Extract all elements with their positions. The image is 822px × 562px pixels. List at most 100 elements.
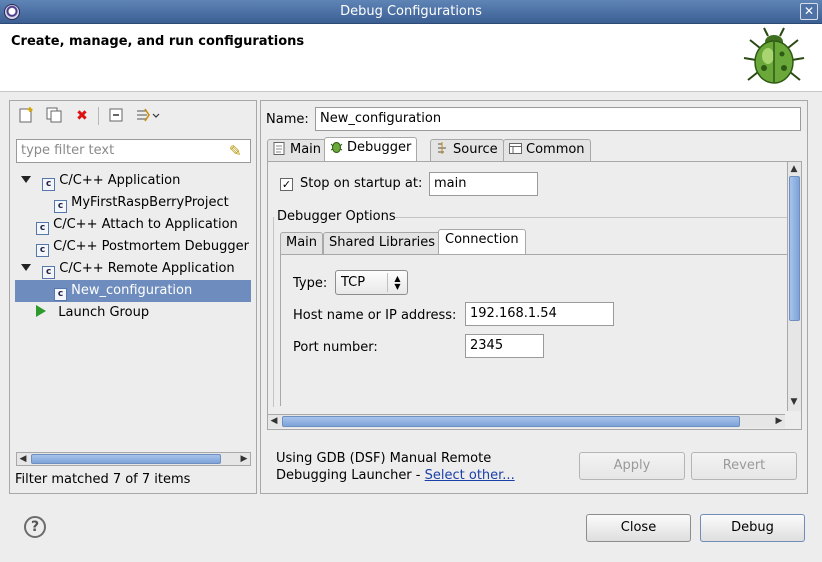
debug-button[interactable]: Debug [700,514,805,542]
subtab-label: Main [286,235,318,250]
stop-on-startup-label: Stop on startup at: [300,176,423,191]
debugger-options-label: Debugger Options [277,209,396,224]
tree-item-cpp-attach[interactable]: c C/C++ Attach to Application [15,214,252,236]
title-bar: Debug Configurations ✕ [0,0,822,24]
stop-on-startup-input[interactable]: main [429,172,538,196]
expand-twisty-icon[interactable] [21,176,31,183]
header-title: Create, manage, and run configurations [11,34,305,49]
configuration-editor-panel: Name: New_configuration Main Debugger So… [260,100,808,494]
launcher-text-2: Debugging Launcher - [276,468,425,483]
scrollbar-thumb[interactable] [31,454,221,464]
help-icon[interactable]: ? [24,516,46,538]
scroll-up-icon[interactable]: ▲ [788,163,800,175]
filter-input[interactable]: type filter text [16,139,251,163]
name-label: Name: [266,112,309,127]
debugger-tab-icon [330,140,343,153]
group-divider [395,217,787,218]
tree-item-label: Launch Group [58,305,150,320]
expand-twisty-icon[interactable] [21,264,31,271]
subtab-label: Shared Libraries [329,235,436,250]
configuration-tree-panel: ✖ type filter text ✎ c C/C++ Application… [9,100,257,494]
toolbar-separator [98,107,99,125]
header-banner: Create, manage, and run configurations [0,24,822,92]
launch-group-icon [36,305,46,317]
tab-source[interactable]: Source [430,139,504,161]
delete-icon[interactable]: ✖ [71,105,93,127]
filter-status: Filter matched 7 of 7 items [15,472,191,487]
tree-horizontal-scrollbar[interactable]: ◀ ▶ [16,452,251,466]
scroll-left-icon[interactable]: ◀ [268,415,280,427]
scrollbar-thumb[interactable] [789,176,800,321]
tree-item-myfirstraspberryproject[interactable]: c MyFirstRaspBerryProject [15,192,252,214]
scroll-down-icon[interactable]: ▼ [788,396,800,408]
tree-item-launch-group[interactable]: Launch Group [15,302,252,324]
c-config-icon: c [42,266,56,279]
tab-common[interactable]: Common [503,139,591,161]
apply-button[interactable]: Apply [579,452,685,480]
scrollbar-thumb[interactable] [282,416,740,427]
filter-menu-icon[interactable] [133,105,163,127]
revert-button[interactable]: Revert [691,452,797,480]
tree-item-label: C/C++ Attach to Application [53,217,238,232]
tab-label: Main [290,142,322,157]
tab-main[interactable]: Main [267,139,328,161]
launcher-text: Using GDB (DSF) Manual Remote [276,451,492,466]
tab-folder: Main Debugger Source Common ✓ Stop on st… [267,137,802,430]
type-select-value: TCP [341,275,366,290]
main-tab-icon [273,142,286,155]
common-tab-icon [509,142,522,155]
subtab-connection[interactable]: Connection [438,229,526,254]
duplicate-icon[interactable] [43,105,65,127]
c-config-icon: c [36,222,49,235]
tree-item-cpp-remote-application[interactable]: c C/C++ Remote Application [15,258,252,280]
window-title: Debug Configurations [340,4,482,19]
filter-placeholder: type filter text [21,143,115,158]
host-label: Host name or IP address: [293,308,457,323]
horizontal-scrollbar[interactable]: ◀ ▶ [268,414,785,428]
close-button[interactable]: Close [586,514,691,542]
connection-tab-content: Type: TCP ▲ ▼ Host name or IP address: 19… [280,254,787,406]
vertical-scrollbar[interactable]: ▲ ▼ [787,162,801,411]
collapse-all-icon[interactable] [105,105,127,127]
scroll-right-icon[interactable]: ▶ [238,453,250,465]
tree-item-cpp-application[interactable]: c C/C++ Application [15,170,252,192]
tree-item-cpp-postmortem[interactable]: c C/C++ Postmortem Debugger [15,236,252,258]
subtab-main[interactable]: Main [280,232,324,254]
subtab-shared-libraries[interactable]: Shared Libraries [323,232,442,254]
tree-item-label: C/C++ Application [59,173,181,188]
tree-item-new-configuration[interactable]: c New_configuration [15,280,251,302]
c-config-icon: c [36,244,49,257]
port-label: Port number: [293,340,378,355]
scroll-right-icon[interactable]: ▶ [773,415,785,427]
host-input[interactable]: 192.168.1.54 [465,302,614,326]
debugger-tab-content: ✓ Stop on startup at: main Debugger Opti… [267,161,802,430]
c-config-icon: c [54,200,67,213]
launcher-info: Using GDB (DSF) Manual Remote Debugging … [276,450,515,484]
source-tab-icon [436,142,449,155]
tree-item-label: C/C++ Remote Application [59,261,235,276]
name-input[interactable]: New_configuration [315,107,801,131]
select-arrows-icon: ▲ ▼ [387,273,407,292]
tab-label: Common [526,142,585,157]
c-config-icon: c [54,288,67,301]
c-config-icon: c [42,178,56,191]
clear-filter-icon[interactable]: ✎ [229,142,242,160]
port-input[interactable]: 2345 [465,334,544,358]
tree-item-label: MyFirstRaspBerryProject [71,195,229,210]
subtab-label: Connection [445,232,519,247]
tab-label: Debugger [347,140,412,155]
stop-on-startup-checkbox[interactable]: ✓ [280,178,293,191]
tree-item-label: C/C++ Postmortem Debugger [53,239,249,254]
close-window-icon[interactable]: ✕ [800,3,818,20]
type-label: Type: [293,276,328,291]
scroll-left-icon[interactable]: ◀ [17,453,29,465]
tab-debugger[interactable]: Debugger [324,137,418,161]
new-configuration-icon[interactable] [15,105,37,127]
type-select[interactable]: TCP ▲ ▼ [335,270,408,295]
configuration-tree: c C/C++ Application c MyFirstRaspBerryPr… [15,170,252,324]
select-other-link[interactable]: Select other... [425,468,515,483]
tab-label: Source [453,142,498,157]
group-divider [273,217,274,407]
tree-item-label: New_configuration [71,283,193,298]
bug-icon [743,27,805,84]
